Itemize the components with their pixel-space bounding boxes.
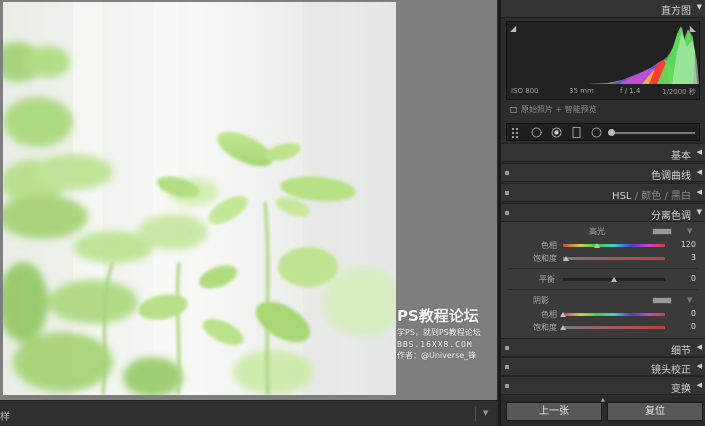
highlights-label: 高光 <box>589 227 605 236</box>
graduated-filter-icon[interactable] <box>571 127 582 138</box>
watermark: PS教程论坛 学PS，就到PS教程论坛 BBS.16XX8.COM 作者：@Un… <box>397 305 497 361</box>
divider <box>508 289 698 290</box>
balance-knob[interactable] <box>611 277 617 282</box>
brush-slider[interactable] <box>611 132 695 134</box>
shadows-hue-slider[interactable] <box>563 313 665 316</box>
highlight-clipping-icon[interactable]: ◣ <box>690 24 696 33</box>
highlights-sat-knob[interactable] <box>563 256 570 261</box>
exif-focal: 35 mm <box>569 87 594 95</box>
watermark-title: PS教程论坛 <box>397 307 479 325</box>
panel-split-toning-label: 分离色调 <box>651 211 691 222</box>
shadows-hue-value[interactable]: 0 <box>691 309 696 318</box>
expand-arrow-icon[interactable]: ◀ <box>697 148 702 156</box>
shadows-hue-label: 色相 <box>541 310 557 319</box>
previous-button[interactable]: 上一张 <box>506 402 602 421</box>
tab-bw[interactable]: 黑白 <box>671 191 691 202</box>
balance-label: 平衡 <box>539 275 555 284</box>
develop-panel: 直方图 ▼ ◢ ◣ ISO 800 35 mm f / 1.4 1/2000 秒… <box>498 0 705 426</box>
shadows-color-swatch[interactable] <box>652 297 672 304</box>
panel-basic-label: 基本 <box>671 151 691 162</box>
reset-button[interactable]: 复位 <box>607 402 703 421</box>
bottom-toolbar: 样 ▼ <box>0 400 497 426</box>
shadows-hue-knob[interactable] <box>560 312 566 317</box>
tool-strip <box>506 123 700 141</box>
highlights-sat-value[interactable]: 3 <box>691 253 696 262</box>
collapse-arrow-icon[interactable]: ▼ <box>697 3 702 11</box>
panel-switch-icon[interactable] <box>505 171 509 175</box>
panel-switch-icon[interactable] <box>505 365 509 369</box>
watermark-slogan: 学PS，就到PS教程论坛 <box>397 328 481 337</box>
panel-detail[interactable]: 细节 ◀ <box>501 338 705 357</box>
panel-transform[interactable]: 变换 ◀ <box>501 376 705 395</box>
highlights-hue-slider[interactable] <box>563 244 665 247</box>
exif-aperture: f / 1.4 <box>620 87 641 95</box>
panel-detail-label: 细节 <box>671 346 691 357</box>
panel-tone-curve[interactable]: 色调曲线 ◀ <box>501 163 705 182</box>
panel-tone-curve-label: 色调曲线 <box>651 171 691 182</box>
panel-switch-icon[interactable] <box>505 384 509 388</box>
histogram-title: 直方图 <box>661 6 691 17</box>
collapse-arrow-icon[interactable]: ▼ <box>697 208 702 216</box>
panel-switch-icon[interactable] <box>505 211 509 215</box>
toolbar-divider <box>475 407 476 421</box>
panel-lens-label: 镜头校正 <box>651 365 691 376</box>
shadows-sat-slider[interactable] <box>563 326 665 329</box>
tab-color[interactable]: 颜色 <box>641 191 661 202</box>
exif-shutter: 1/2000 秒 <box>662 88 696 96</box>
panel-switch-icon[interactable] <box>505 191 509 195</box>
shadows-sat-label: 饱和度 <box>533 323 557 332</box>
panel-hsl[interactable]: HSL / 颜色 / 黑白 ◀ <box>501 183 705 202</box>
crop-grid-icon[interactable] <box>511 127 522 138</box>
leaf-photo <box>3 2 396 395</box>
balance-value[interactable]: 0 <box>691 274 696 283</box>
divider <box>508 268 698 269</box>
highlights-hue-value[interactable]: 120 <box>681 240 696 249</box>
toolbar-menu-arrow-icon[interactable]: ▼ <box>483 409 488 417</box>
histogram[interactable]: ◢ ◣ ISO 800 35 mm f / 1.4 1/2000 秒 <box>506 21 700 100</box>
highlights-sat-label: 饱和度 <box>533 254 557 263</box>
photo-preview[interactable] <box>3 2 396 395</box>
toolbar-label: 样 <box>0 412 10 423</box>
expand-arrow-icon[interactable]: ◀ <box>697 343 702 351</box>
highlights-hue-knob[interactable] <box>593 243 600 248</box>
brush-slider-knob[interactable] <box>608 129 615 136</box>
split-toning-body: 高光 ▼ 色相 120 饱和度 3 平衡 0 阴影 ▼ 色相 0 饱和度 0 <box>501 222 705 339</box>
tab-hsl[interactable]: HSL <box>612 191 631 202</box>
shadows-label: 阴影 <box>533 296 549 305</box>
highlights-sat-slider[interactable] <box>563 257 665 260</box>
expand-arrow-icon[interactable]: ◀ <box>697 362 702 370</box>
panel-split-toning[interactable]: 分离色调 ▼ <box>501 203 705 222</box>
panel-transform-label: 变换 <box>671 384 691 395</box>
highlights-dropdown-icon[interactable]: ▼ <box>687 227 692 235</box>
red-eye-icon[interactable] <box>551 127 562 138</box>
shadows-dropdown-icon[interactable]: ▼ <box>687 296 692 304</box>
panel-basic[interactable]: 基本 ◀ <box>501 143 705 162</box>
expand-arrow-icon[interactable]: ◀ <box>697 168 702 176</box>
panel-lens-correction[interactable]: 镜头校正 ◀ <box>501 357 705 376</box>
shadow-clipping-icon[interactable]: ◢ <box>510 24 516 33</box>
expand-arrow-icon[interactable]: ◀ <box>697 188 702 196</box>
spot-removal-icon[interactable] <box>531 127 542 138</box>
highlights-hue-label: 色相 <box>541 241 557 250</box>
highlights-color-swatch[interactable] <box>652 228 672 235</box>
preview-label: 原始照片 + 智能预览 <box>521 105 597 114</box>
histogram-header[interactable]: 直方图 ▼ <box>501 0 705 18</box>
smart-preview-status: 原始照片 + 智能预览 <box>510 104 597 115</box>
exif-iso: ISO 800 <box>511 87 539 95</box>
radial-filter-icon[interactable] <box>591 127 602 138</box>
expand-arrow-icon[interactable]: ◀ <box>697 381 702 389</box>
shadows-sat-knob[interactable] <box>560 325 566 330</box>
panel-hsl-tabs: HSL / 颜色 / 黑白 <box>612 191 691 202</box>
panel-switch-icon[interactable] <box>505 346 509 350</box>
photo-viewer[interactable]: PS教程论坛 学PS，就到PS教程论坛 BBS.16XX8.COM 作者：@Un… <box>0 0 497 400</box>
watermark-url: BBS.16XX8.COM <box>397 340 473 349</box>
shadows-sat-value[interactable]: 0 <box>691 322 696 331</box>
watermark-author: 作者：@Universe_锋 <box>397 351 477 360</box>
preview-icon <box>510 106 517 113</box>
panel-buttons: ▲ 上一张 复位 <box>501 397 705 426</box>
